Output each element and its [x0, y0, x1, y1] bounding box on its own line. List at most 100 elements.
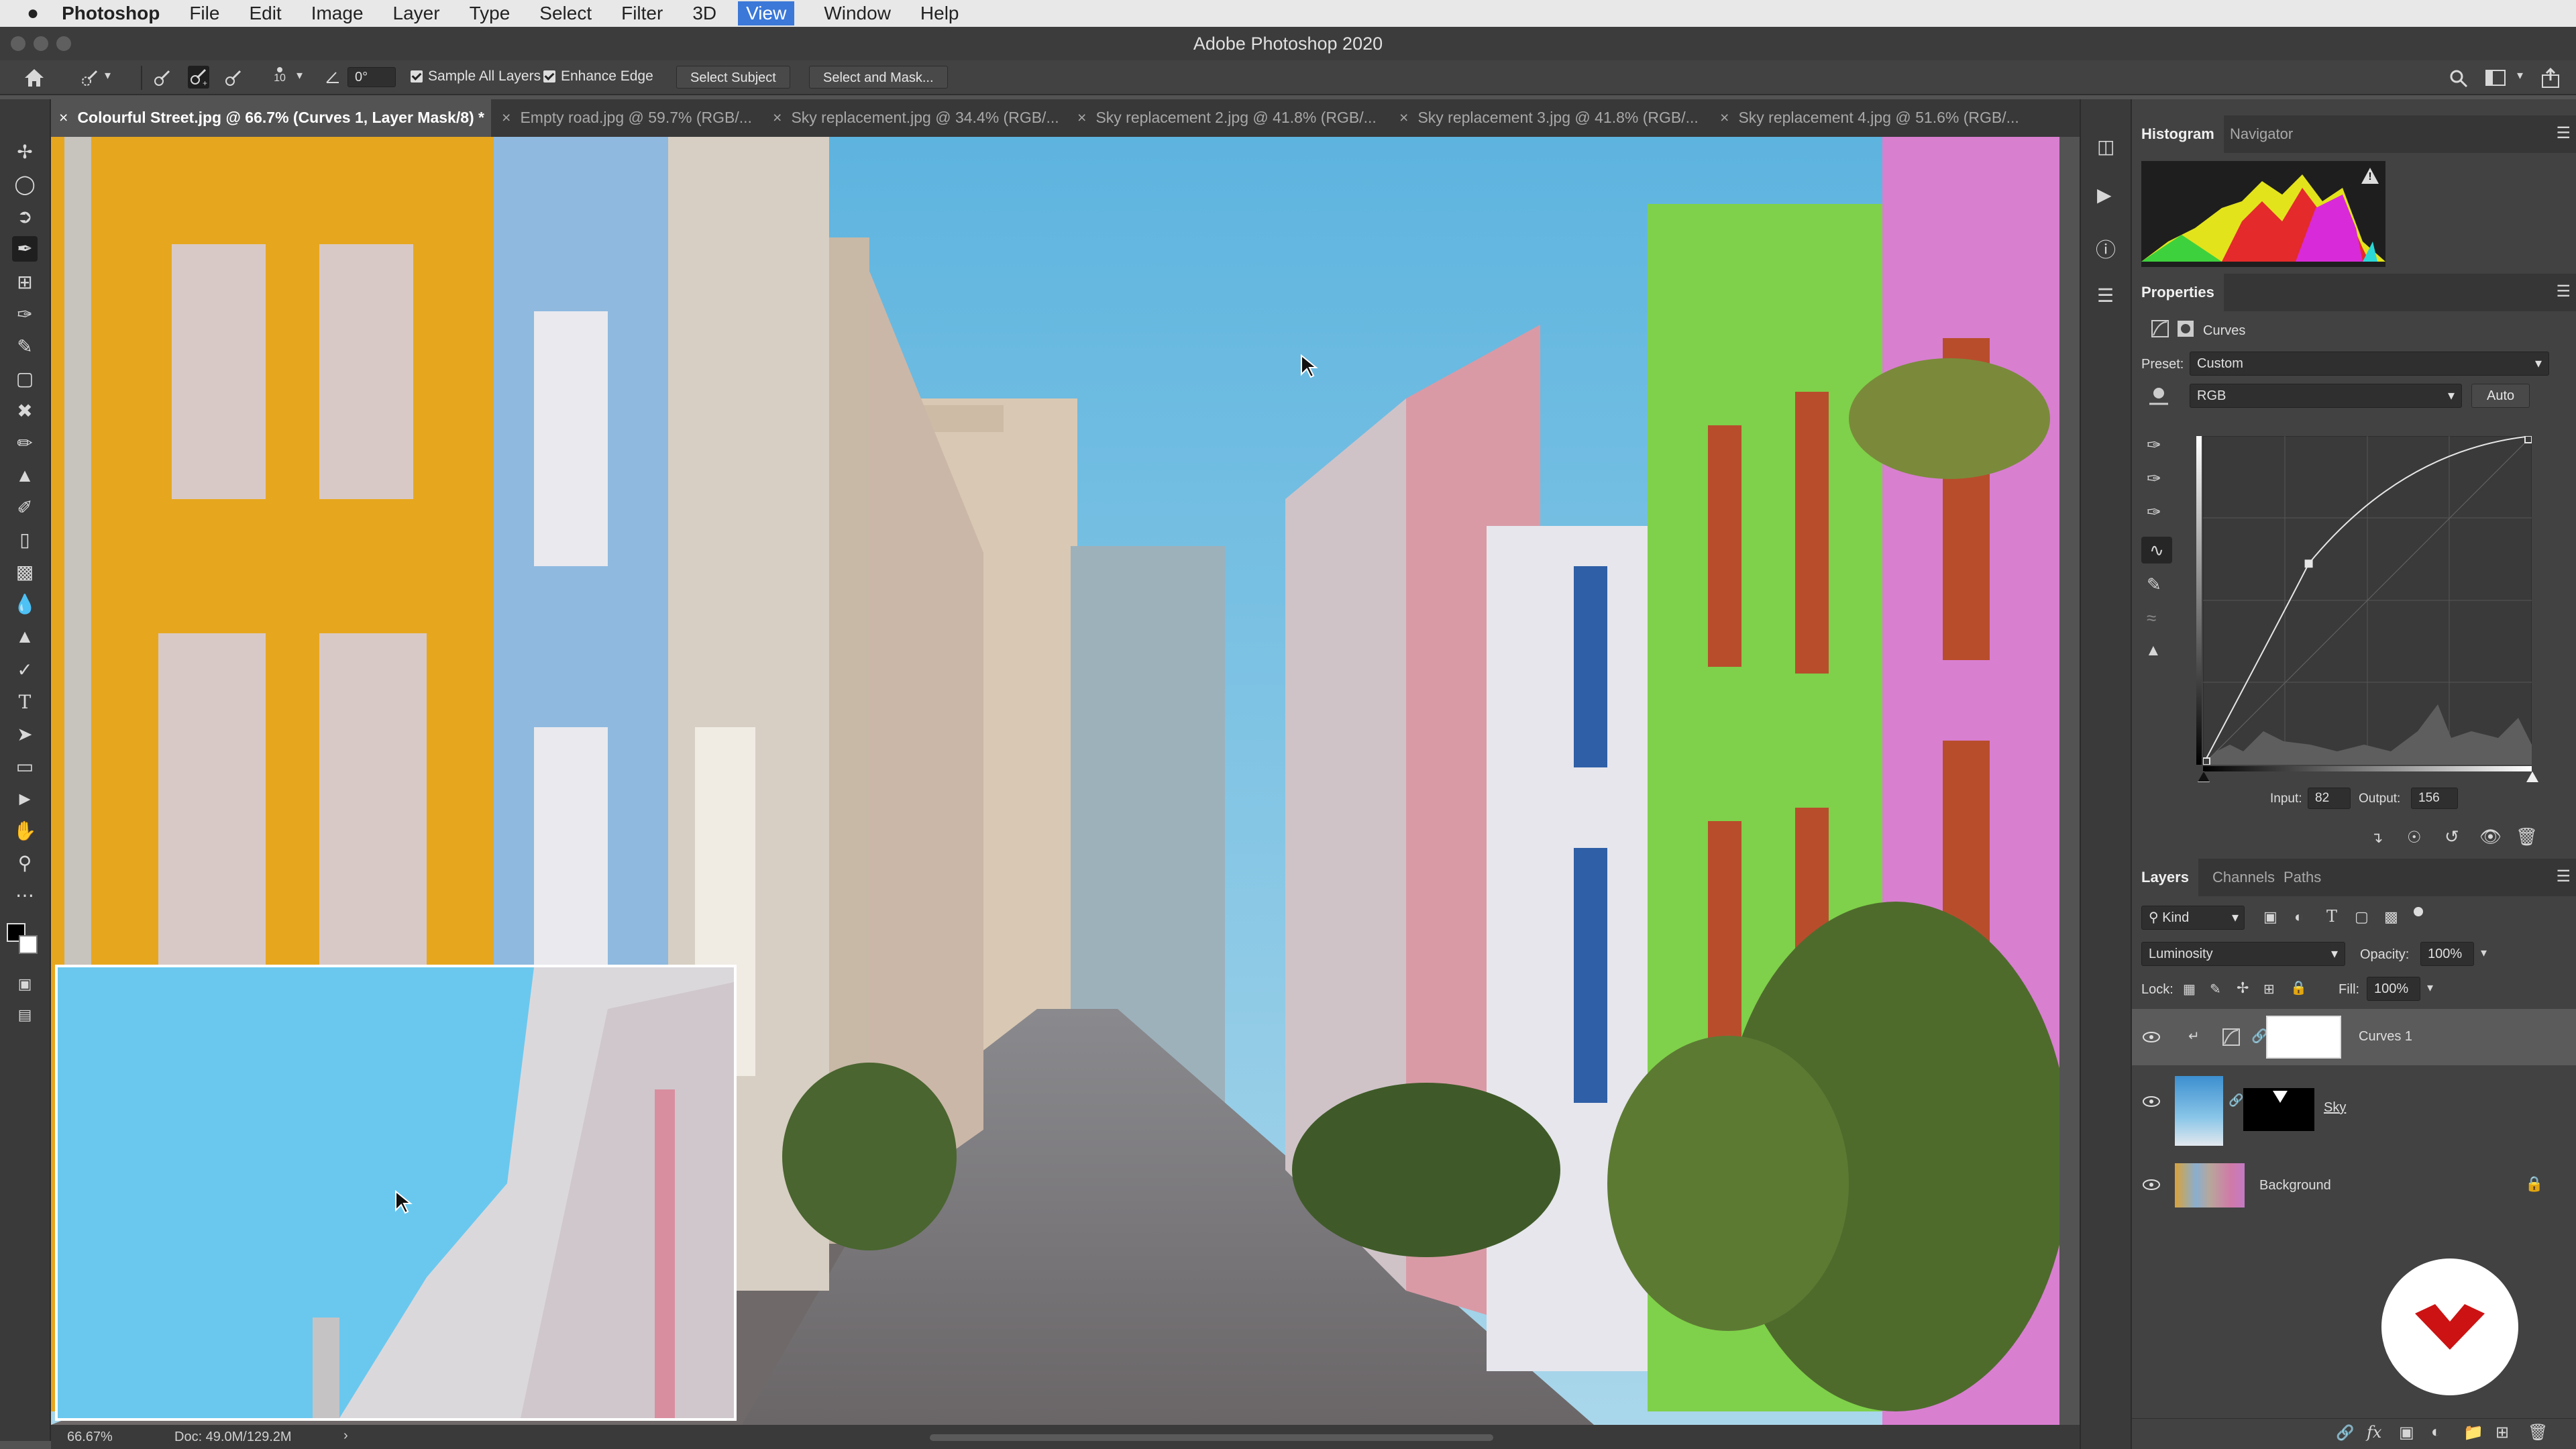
- black-point-slider[interactable]: [2198, 771, 2210, 782]
- status-menu-arrow[interactable]: ›: [343, 1428, 348, 1444]
- eyedropper-tool-icon[interactable]: ✑: [12, 302, 38, 327]
- trash-icon[interactable]: 🗑: [2528, 1423, 2548, 1442]
- direct-selection-icon[interactable]: ►: [12, 786, 38, 812]
- chevron-down-icon[interactable]: ▾: [105, 68, 111, 83]
- new-group-icon[interactable]: 📁: [2463, 1423, 2483, 1442]
- chevron-down-icon[interactable]: ▾: [2481, 946, 2487, 960]
- filter-type-icon[interactable]: T: [2326, 907, 2337, 926]
- input-value[interactable]: 82: [2308, 788, 2351, 809]
- auto-button[interactable]: Auto: [2471, 384, 2530, 408]
- app-menu[interactable]: Photoshop: [62, 3, 160, 24]
- brush-size-picker[interactable]: 10: [268, 64, 291, 90]
- clone-stamp-tool-icon[interactable]: ▲: [12, 463, 38, 488]
- menu-view[interactable]: View: [738, 1, 795, 25]
- filter-toggle-icon[interactable]: [2414, 907, 2423, 916]
- tab-sky-replacement-3[interactable]: × Sky replacement 3.jpg @ 41.8% (RGB/...: [1390, 99, 1711, 137]
- workspace-icon[interactable]: [2485, 68, 2508, 87]
- patch-tool-icon[interactable]: ▢: [12, 366, 38, 392]
- document-canvas[interactable]: [51, 137, 2059, 1425]
- curve-control-point[interactable]: [2304, 559, 2313, 568]
- crop-tool-icon[interactable]: ⊞: [12, 270, 38, 295]
- layer-row-sky[interactable]: 🔗 Sky: [2132, 1065, 2576, 1146]
- smooth-curve-icon[interactable]: ≈: [2147, 608, 2156, 629]
- filter-shape-icon[interactable]: ▢: [2355, 908, 2369, 926]
- visibility-icon[interactable]: 👁: [2479, 826, 2502, 847]
- curves-graph[interactable]: [2203, 436, 2532, 765]
- output-value[interactable]: 156: [2411, 788, 2458, 809]
- close-tab-icon[interactable]: ×: [1077, 109, 1086, 126]
- hand-tool-icon[interactable]: ✋: [12, 818, 38, 844]
- dodge-tool-icon[interactable]: ▲: [12, 624, 38, 649]
- filter-adjustment-icon[interactable]: ◐: [2294, 908, 2303, 926]
- tab-paths[interactable]: Paths: [2274, 859, 2330, 896]
- curve-control-point[interactable]: [2203, 757, 2210, 765]
- fill-input[interactable]: 100%: [2367, 977, 2420, 1001]
- screen-mode-icon[interactable]: ▤: [12, 1002, 38, 1028]
- history-panel-icon[interactable]: ◫: [2097, 136, 2114, 158]
- content-aware-move-tool-icon[interactable]: ✖: [12, 398, 38, 424]
- pen-tool-icon[interactable]: ✓: [12, 657, 38, 683]
- opacity-input[interactable]: 100%: [2420, 942, 2474, 966]
- path-selection-tool-icon[interactable]: ➤: [12, 722, 38, 747]
- chevron-down-icon[interactable]: ▾: [2517, 68, 2523, 83]
- clipping-warning-icon[interactable]: ▲: [2145, 641, 2161, 660]
- lock-artboard-icon[interactable]: ⊞: [2263, 981, 2275, 998]
- tab-sky-replacement-2[interactable]: × Sky replacement 2.jpg @ 41.8% (RGB/...: [1068, 99, 1390, 137]
- adjustments-panel-icon[interactable]: ☰: [2097, 284, 2114, 307]
- tab-histogram[interactable]: Histogram: [2132, 115, 2224, 153]
- menu-layer[interactable]: Layer: [393, 3, 440, 24]
- trash-icon[interactable]: 🗑: [2516, 826, 2538, 847]
- background-color-swatch[interactable]: [19, 935, 38, 954]
- blend-mode-dropdown[interactable]: Luminosity ▾: [2141, 942, 2345, 966]
- fx-icon[interactable]: fx: [2367, 1423, 2381, 1442]
- tab-channels[interactable]: Channels: [2203, 859, 2284, 896]
- layer-mask-thumbnail[interactable]: [2266, 1016, 2341, 1059]
- layer-mask-icon[interactable]: [2176, 319, 2195, 338]
- panel-menu-icon[interactable]: ☰: [2556, 282, 2571, 301]
- new-selection-icon[interactable]: [153, 68, 172, 87]
- tab-navigator[interactable]: Navigator: [2220, 115, 2302, 153]
- menu-help[interactable]: Help: [920, 3, 959, 24]
- lock-position-icon[interactable]: ✢: [2237, 979, 2249, 997]
- search-icon[interactable]: [2449, 68, 2469, 89]
- tab-properties[interactable]: Properties: [2132, 274, 2224, 311]
- preset-dropdown[interactable]: Custom ▾: [2190, 352, 2549, 376]
- zoom-level[interactable]: 66.67%: [67, 1430, 113, 1445]
- layer-row-background[interactable]: Background 🔒: [2132, 1155, 2576, 1216]
- layer-row-curves[interactable]: ↵ 🔗 Curves 1: [2132, 1009, 2576, 1065]
- minimize-window-button[interactable]: [34, 36, 48, 51]
- add-mask-icon[interactable]: ▣: [2399, 1423, 2414, 1442]
- marquee-tool-icon[interactable]: ◯: [12, 172, 38, 197]
- menu-type[interactable]: Type: [470, 3, 511, 24]
- move-tool-icon[interactable]: ✢: [12, 140, 38, 165]
- menu-filter[interactable]: Filter: [621, 3, 663, 24]
- blur-tool-icon[interactable]: 💧: [12, 592, 38, 617]
- subtract-from-selection-icon[interactable]: [224, 68, 243, 87]
- filter-smart-object-icon[interactable]: ▩: [2384, 908, 2398, 926]
- quick-selection-tool-icon[interactable]: ✒: [12, 236, 38, 262]
- lock-transparency-icon[interactable]: ▦: [2183, 981, 2196, 998]
- tab-empty-road[interactable]: × Empty road.jpg @ 59.7% (RGB/...: [492, 99, 763, 137]
- sample-gray-point-icon[interactable]: ✑: [2147, 468, 2161, 489]
- visibility-eye-icon[interactable]: [2143, 1179, 2160, 1190]
- more-tools-icon[interactable]: ⋯: [12, 883, 38, 908]
- menu-image[interactable]: Image: [311, 3, 364, 24]
- menu-3d[interactable]: 3D: [692, 3, 716, 24]
- eraser-tool-icon[interactable]: ▯: [12, 527, 38, 553]
- panel-menu-icon[interactable]: ☰: [2556, 867, 2571, 886]
- zoom-tool-icon[interactable]: ⚲: [12, 851, 38, 876]
- lasso-tool-icon[interactable]: ➲: [12, 204, 38, 229]
- close-window-button[interactable]: [11, 36, 25, 51]
- curve-control-point[interactable]: [2524, 436, 2532, 443]
- visibility-eye-icon[interactable]: [2143, 1032, 2160, 1042]
- apple-menu-icon[interactable]: ●: [27, 2, 39, 25]
- sample-black-point-icon[interactable]: ✑: [2147, 435, 2161, 455]
- home-icon[interactable]: [23, 67, 46, 89]
- zoom-window-button[interactable]: [56, 36, 71, 51]
- select-subject-button[interactable]: Select Subject: [676, 66, 790, 89]
- visibility-eye-icon[interactable]: [2143, 1096, 2160, 1107]
- type-tool-icon[interactable]: T: [12, 690, 38, 715]
- healing-brush-tool-icon[interactable]: ✎: [12, 334, 38, 360]
- menu-edit[interactable]: Edit: [249, 3, 281, 24]
- info-icon[interactable]: ⓘ: [2096, 233, 2116, 263]
